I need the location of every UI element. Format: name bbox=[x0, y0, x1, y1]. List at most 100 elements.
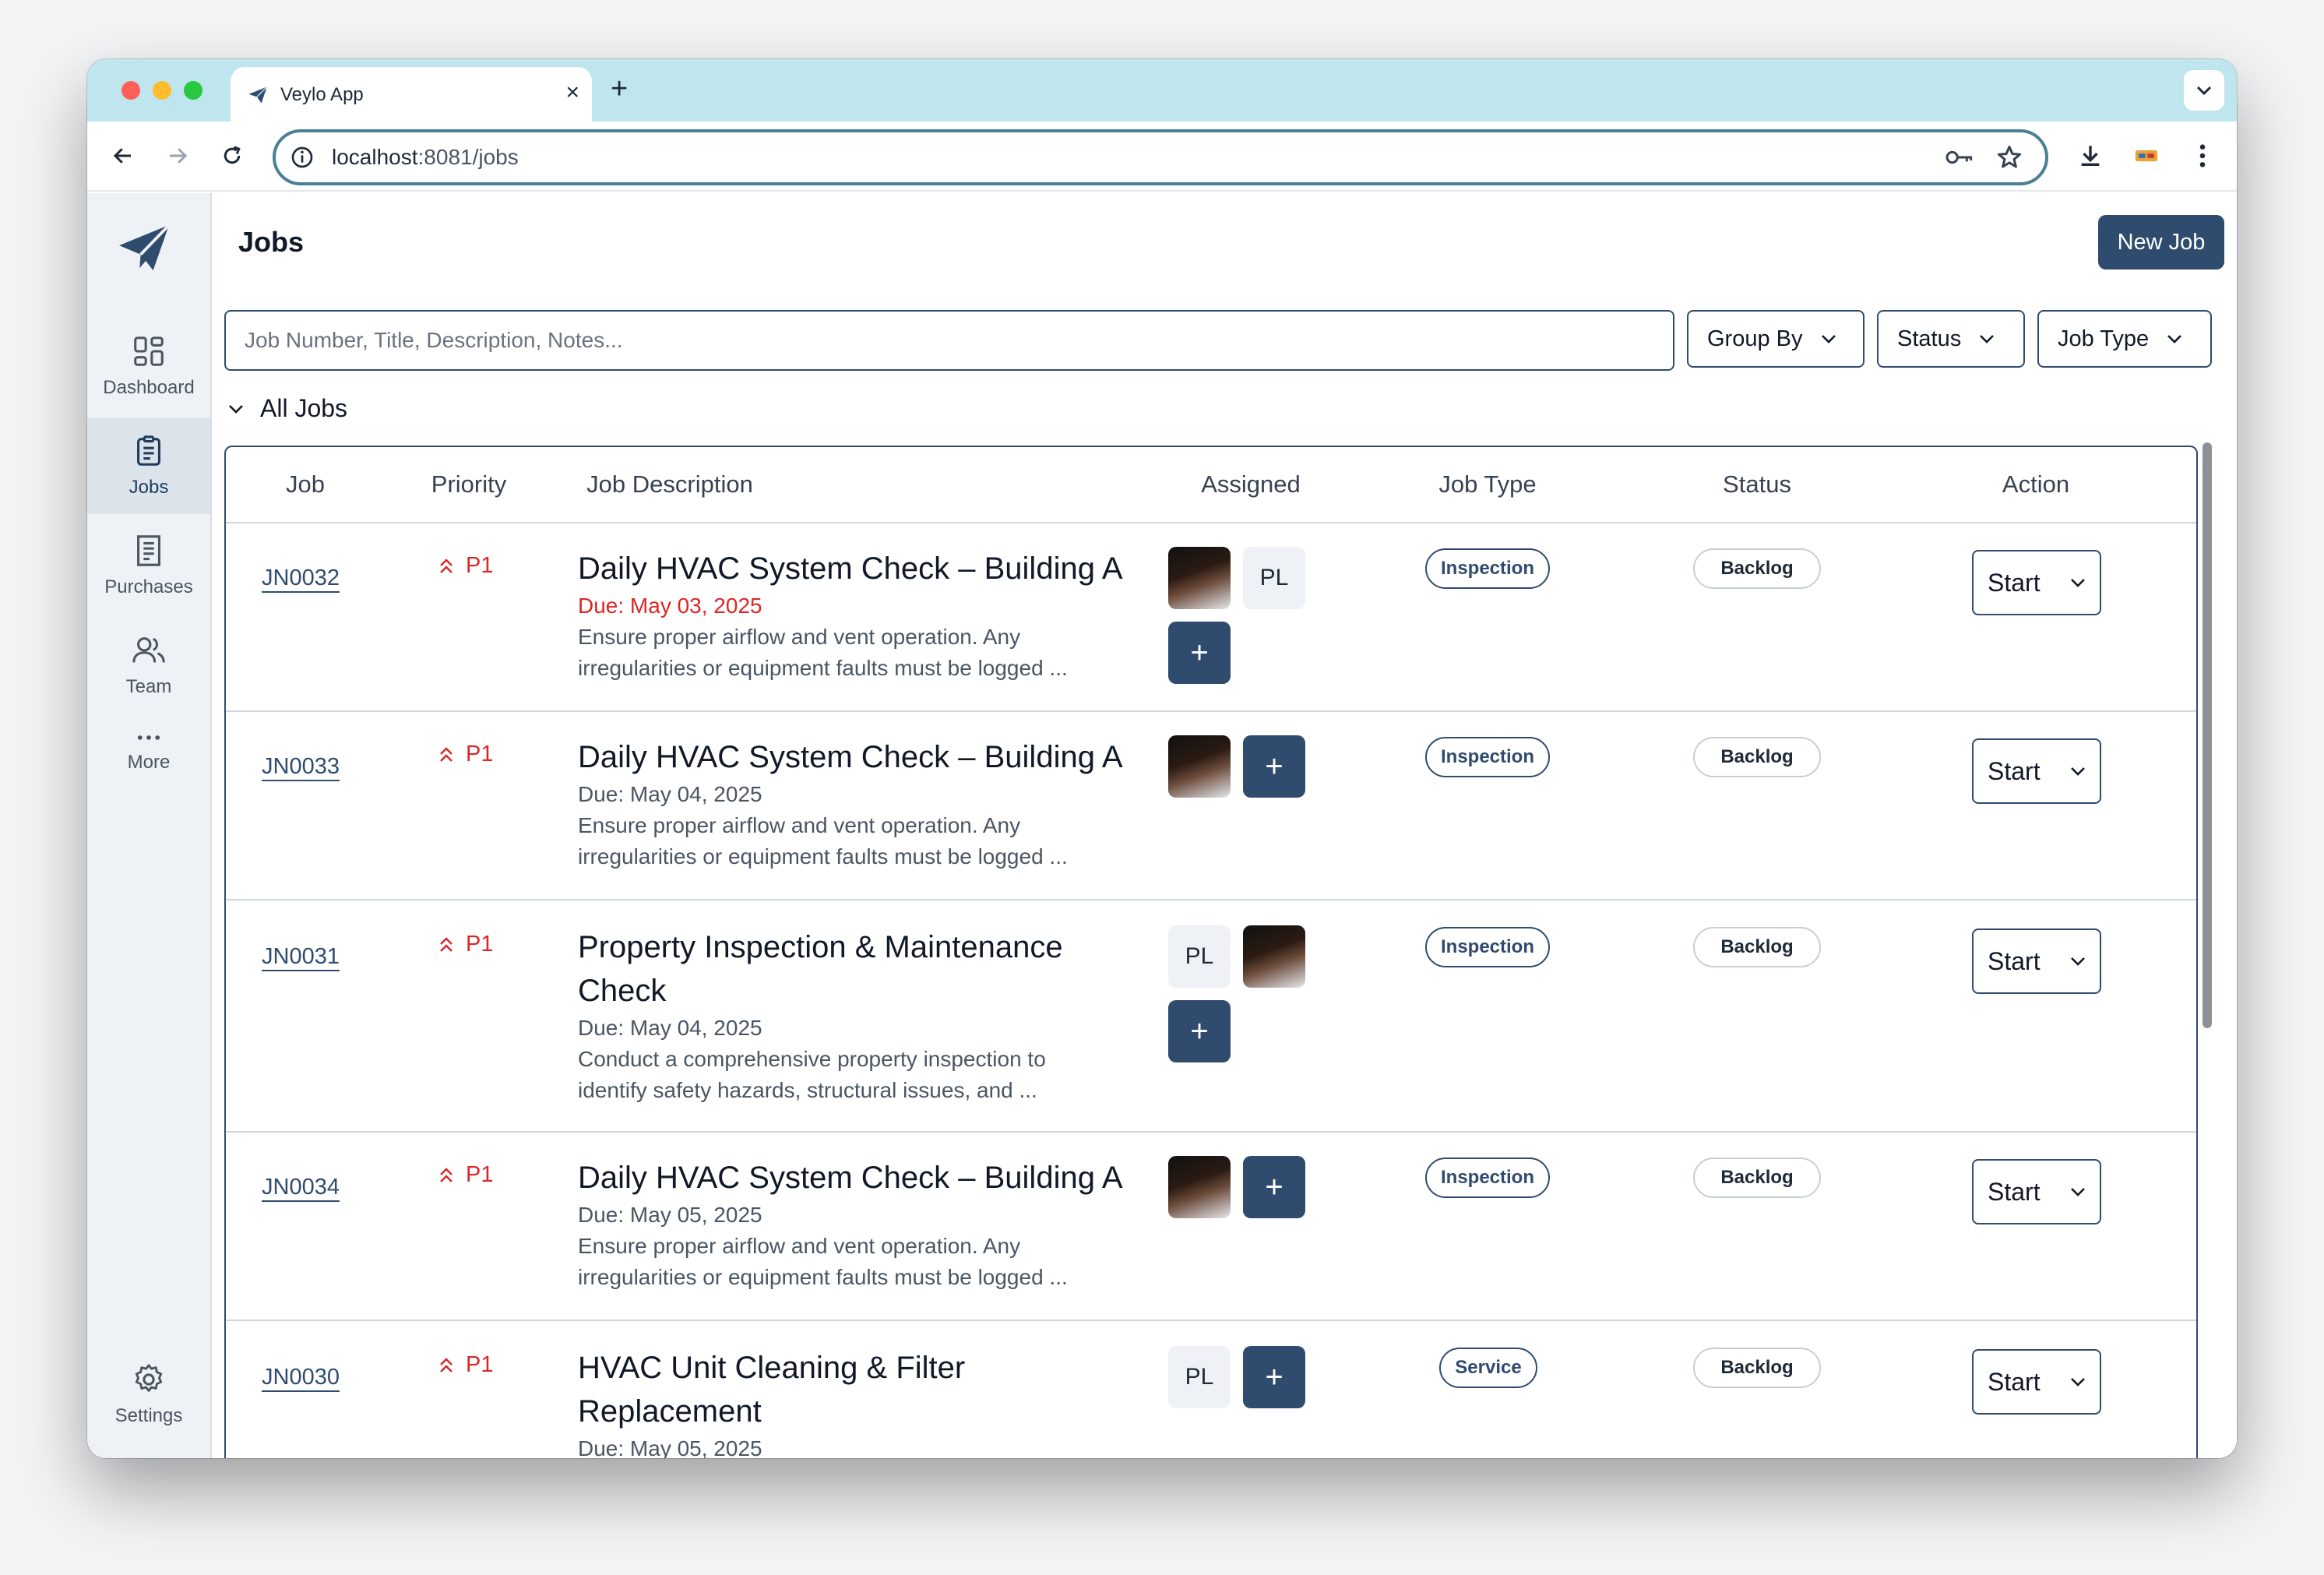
status-badge: Backlog bbox=[1693, 548, 1821, 589]
job-type-badge: Inspection bbox=[1425, 548, 1550, 589]
start-action-dropdown[interactable]: Start bbox=[1972, 550, 2101, 615]
info-icon[interactable] bbox=[290, 145, 315, 170]
start-action-dropdown[interactable]: Start bbox=[1972, 1159, 2101, 1224]
avatar[interactable] bbox=[1243, 925, 1305, 988]
column-header-description[interactable]: Job Description bbox=[586, 470, 753, 499]
app-logo-icon[interactable] bbox=[115, 223, 173, 273]
job-type-dropdown[interactable]: Job Type bbox=[2037, 310, 2212, 368]
job-type-filter-label: Job Type bbox=[2058, 326, 2150, 351]
column-header-job-type[interactable]: Job Type bbox=[1438, 470, 1536, 499]
add-assignee-button[interactable]: + bbox=[1243, 1346, 1305, 1408]
new-job-button[interactable]: New Job bbox=[2098, 215, 2224, 270]
job-title[interactable]: Property Inspection & Maintenance Check bbox=[578, 925, 1092, 1013]
jobs-table: Job Priority Job Description Assigned Jo… bbox=[224, 446, 2198, 1458]
job-number-link[interactable]: JN0031 bbox=[262, 944, 340, 970]
add-assignee-button[interactable]: + bbox=[1243, 735, 1305, 798]
tab-search-button[interactable] bbox=[2184, 70, 2224, 111]
ellipsis-icon bbox=[137, 735, 160, 740]
priority-label: P1 bbox=[466, 1162, 494, 1187]
sidebar-item-jobs[interactable]: Jobs bbox=[87, 418, 210, 514]
group-toggle[interactable]: All Jobs bbox=[227, 394, 347, 423]
column-header-priority[interactable]: Priority bbox=[431, 470, 506, 499]
minimize-window-button[interactable] bbox=[153, 81, 171, 100]
chevron-down-icon bbox=[2167, 335, 2182, 344]
job-title[interactable]: HVAC Unit Cleaning & Filter Replacement bbox=[578, 1346, 1061, 1433]
sidebar-item-label: Dashboard bbox=[103, 377, 195, 398]
column-header-job[interactable]: Job bbox=[286, 470, 325, 499]
start-action-dropdown[interactable]: Start bbox=[1972, 738, 2101, 804]
job-title[interactable]: Daily HVAC System Check – Building A bbox=[578, 735, 1139, 779]
chevron-down-icon bbox=[1821, 335, 1836, 344]
downloads-button[interactable] bbox=[2072, 137, 2109, 174]
start-action-dropdown[interactable]: Start bbox=[1972, 1349, 2101, 1415]
search-input[interactable] bbox=[224, 310, 1674, 371]
table-row: JN0034 P1 Daily HVAC System Check – Buil… bbox=[226, 1133, 2196, 1321]
back-button[interactable] bbox=[106, 139, 140, 173]
priority-cell: P1 bbox=[438, 1162, 493, 1188]
sidebar-item-dashboard[interactable]: Dashboard bbox=[87, 318, 210, 414]
forward-button[interactable] bbox=[160, 139, 195, 173]
extension-button[interactable] bbox=[2128, 137, 2165, 174]
sidebar-item-label: Team bbox=[125, 676, 172, 697]
avatar[interactable] bbox=[1168, 547, 1231, 609]
chevron-down-icon bbox=[2071, 579, 2085, 587]
avatar-initials[interactable]: PL bbox=[1243, 547, 1305, 609]
job-title[interactable]: Daily HVAC System Check – Building A bbox=[578, 547, 1139, 590]
avatar[interactable] bbox=[1168, 735, 1231, 798]
add-assignee-button[interactable]: + bbox=[1243, 1156, 1305, 1218]
action-label: Start bbox=[1988, 568, 2041, 597]
group-by-dropdown[interactable]: Group By bbox=[1687, 310, 1864, 368]
group-label: All Jobs bbox=[260, 394, 348, 422]
table-row: JN0030 P1 HVAC Unit Cleaning & Filter Re… bbox=[226, 1321, 2196, 1458]
close-window-button[interactable] bbox=[121, 81, 140, 100]
clipboard-icon bbox=[137, 435, 160, 466]
reload-button[interactable] bbox=[215, 139, 249, 173]
column-header-status[interactable]: Status bbox=[1723, 470, 1791, 499]
job-title[interactable]: Daily HVAC System Check – Building A bbox=[578, 1156, 1139, 1200]
extension-icon bbox=[2135, 150, 2158, 162]
column-header-assigned[interactable]: Assigned bbox=[1201, 470, 1301, 499]
job-description: Daily HVAC System Check – Building A Due… bbox=[578, 1156, 1139, 1293]
browser-window: Veylo App × + localhost:8081/jobs Dashbo… bbox=[87, 59, 2237, 1458]
sidebar-item-settings[interactable]: Settings bbox=[87, 1346, 210, 1443]
tab-title: Veylo App bbox=[280, 84, 364, 105]
job-number-link[interactable]: JN0033 bbox=[262, 754, 340, 780]
add-assignee-button[interactable]: + bbox=[1168, 622, 1231, 684]
action-label: Start bbox=[1988, 756, 2041, 785]
avatar-initials[interactable]: PL bbox=[1168, 925, 1231, 988]
browser-menu-button[interactable] bbox=[2184, 137, 2221, 174]
avatar[interactable] bbox=[1168, 1156, 1231, 1218]
due-date: Due: May 04, 2025 bbox=[578, 1016, 762, 1040]
new-tab-button[interactable]: + bbox=[611, 73, 628, 104]
vertical-scrollbar[interactable] bbox=[2203, 442, 2212, 1028]
tab-close-button[interactable]: × bbox=[565, 81, 579, 104]
address-bar[interactable]: localhost:8081/jobs bbox=[273, 129, 2048, 185]
job-number-link[interactable]: JN0030 bbox=[262, 1365, 340, 1390]
sidebar-item-label: Purchases bbox=[104, 576, 193, 597]
avatar-initials[interactable]: PL bbox=[1168, 1346, 1231, 1408]
job-number-link[interactable]: JN0034 bbox=[262, 1175, 340, 1200]
sidebar-item-team[interactable]: Team bbox=[87, 617, 210, 714]
app-root: Dashboard Jobs Purchases Team More Setti… bbox=[87, 193, 2237, 1458]
start-action-dropdown[interactable]: Start bbox=[1972, 928, 2101, 994]
job-summary: Ensure proper airflow and vent operation… bbox=[578, 625, 1068, 680]
star-icon[interactable] bbox=[1995, 143, 2023, 171]
zoom-window-button[interactable] bbox=[184, 81, 202, 100]
chevron-down-icon bbox=[1980, 335, 1995, 344]
priority-cell: P1 bbox=[438, 553, 493, 579]
job-number-link[interactable]: JN0032 bbox=[262, 566, 340, 591]
job-description: HVAC Unit Cleaning & Filter Replacement … bbox=[578, 1346, 1061, 1458]
column-header-action[interactable]: Action bbox=[2002, 470, 2069, 499]
due-date: Due: May 03, 2025 bbox=[578, 594, 762, 618]
sidebar-item-purchases[interactable]: Purchases bbox=[87, 517, 210, 614]
add-assignee-button[interactable]: + bbox=[1168, 1000, 1231, 1062]
browser-tab[interactable]: Veylo App × bbox=[231, 67, 592, 122]
status-filter-label: Status bbox=[1897, 326, 1962, 351]
job-summary: Ensure proper airflow and vent operation… bbox=[578, 813, 1068, 869]
sidebar-item-more[interactable]: More bbox=[87, 714, 210, 791]
status-badge: Backlog bbox=[1693, 1348, 1821, 1388]
url-text[interactable]: localhost:8081/jobs bbox=[332, 145, 519, 170]
password-key-icon[interactable] bbox=[1944, 145, 1975, 170]
status-dropdown[interactable]: Status bbox=[1877, 310, 2025, 368]
priority-cell: P1 bbox=[438, 742, 493, 767]
